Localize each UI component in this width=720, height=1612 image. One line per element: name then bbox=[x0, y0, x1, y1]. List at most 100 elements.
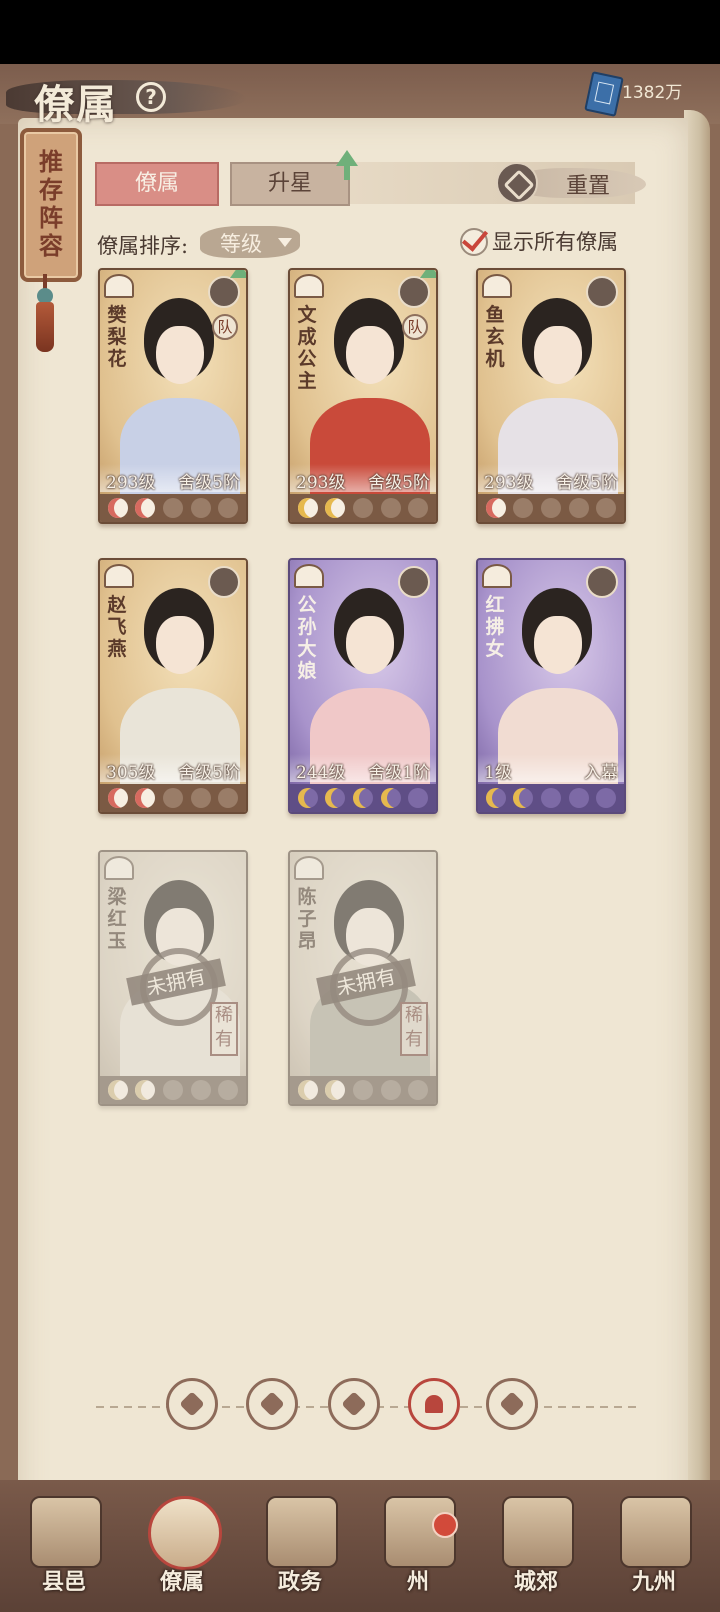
plaque-tassel bbox=[36, 302, 54, 352]
retainer-stats: 305级 舍级5阶 bbox=[100, 754, 246, 783]
retainer-name: 公孙大娘 bbox=[297, 594, 317, 682]
nav-item[interactable]: 县邑 bbox=[8, 1490, 120, 1608]
moon-star-icon bbox=[190, 788, 211, 808]
class-icon bbox=[208, 566, 240, 598]
moon-star-icon bbox=[107, 498, 128, 518]
status-bar bbox=[0, 0, 720, 64]
fan-icon bbox=[294, 274, 324, 298]
moon-star-icon bbox=[218, 498, 239, 518]
currency-display[interactable]: 1382万 bbox=[584, 71, 700, 117]
moon-star-icon bbox=[408, 1080, 429, 1100]
fan-icon bbox=[482, 564, 512, 588]
nav-item[interactable]: 政务 bbox=[244, 1490, 356, 1608]
moon-star-icon bbox=[325, 498, 346, 518]
star-slots bbox=[478, 784, 624, 812]
moon-star-icon bbox=[325, 788, 346, 808]
moon-star-icon bbox=[297, 498, 318, 518]
moon-star-icon bbox=[190, 498, 211, 518]
retainer-card[interactable]: 鱼玄机 293级 舍级5阶 bbox=[476, 268, 626, 524]
retainer-card[interactable]: 赵飞燕 305级 舍级5阶 bbox=[98, 558, 248, 814]
fan-icon bbox=[482, 274, 512, 298]
retainer-rank: 舍级5阶 bbox=[178, 473, 240, 493]
show-all-toggle[interactable]: 显示所有僚属 bbox=[460, 222, 640, 258]
diamond-icon[interactable] bbox=[166, 1378, 218, 1430]
scholar-icon[interactable] bbox=[246, 1378, 298, 1430]
retainer-card[interactable]: 陈子昂 未拥有 稀有 bbox=[288, 850, 438, 1106]
retainer-card[interactable]: 队 文成公主 293级 舍级5阶 bbox=[288, 268, 438, 524]
retainer-level: 1级 bbox=[484, 763, 512, 783]
retainer-level: 293级 bbox=[106, 473, 156, 493]
lion-icon[interactable] bbox=[486, 1378, 538, 1430]
class-icon bbox=[586, 566, 618, 598]
nav-item[interactable]: 僚属 bbox=[126, 1490, 238, 1608]
retainer-stats: 244级 舍级1阶 bbox=[290, 754, 436, 783]
retainer-name: 红拂女 bbox=[485, 594, 505, 660]
recommended-lineup-button[interactable]: 推存阵容 bbox=[20, 128, 82, 282]
moon-star-icon bbox=[380, 498, 401, 518]
check-icon bbox=[461, 224, 489, 252]
notification-dot bbox=[432, 1512, 458, 1538]
town-icon bbox=[30, 1496, 102, 1568]
retainer-name: 文成公主 bbox=[297, 304, 317, 392]
moon-star-icon bbox=[568, 498, 589, 518]
retainer-card[interactable]: 公孙大娘 244级 舍级1阶 bbox=[288, 558, 438, 814]
sort-dropdown[interactable]: 等级 bbox=[200, 226, 300, 258]
moon-star-icon bbox=[485, 788, 506, 808]
portrait-face bbox=[534, 326, 582, 384]
team-badge: 队 bbox=[212, 314, 238, 340]
chevron-down-icon bbox=[278, 238, 292, 247]
retainer-rank: 舍级5阶 bbox=[368, 473, 430, 493]
portrait-face bbox=[156, 326, 204, 384]
team-badge: 队 bbox=[402, 314, 428, 340]
portrait-face bbox=[156, 616, 204, 674]
fan-icon bbox=[294, 564, 324, 588]
page-header: 僚属 ? bbox=[6, 70, 246, 128]
retainer-name: 梁红玉 bbox=[107, 886, 127, 952]
map-icon bbox=[620, 1496, 692, 1568]
moon-star-icon bbox=[190, 1080, 211, 1100]
nav-item[interactable]: 州 bbox=[362, 1490, 474, 1608]
retainer-level: 244级 bbox=[296, 763, 346, 783]
question-icon[interactable]: ? bbox=[136, 82, 166, 112]
retainer-card[interactable]: 队 樊梨花 293级 舍级5阶 bbox=[98, 268, 248, 524]
upgrade-arrow-icon bbox=[230, 270, 246, 278]
moon-star-icon bbox=[135, 788, 156, 808]
moon-star-icon bbox=[352, 788, 373, 808]
rarity-tag: 稀有 bbox=[400, 1002, 428, 1056]
nav-label: 九州 bbox=[631, 1569, 676, 1595]
class-icon bbox=[208, 276, 240, 308]
star-slots bbox=[100, 784, 246, 812]
star-slots bbox=[290, 784, 436, 812]
beast-icon[interactable] bbox=[328, 1378, 380, 1430]
retainer-card[interactable]: 梁红玉 未拥有 稀有 bbox=[98, 850, 248, 1106]
retainer-stats: 293级 舍级5阶 bbox=[100, 464, 246, 493]
upgrade-arrow-icon bbox=[420, 270, 436, 278]
bottom-nav: 县邑 僚属 政务 州 城郊 九州 bbox=[0, 1480, 720, 1612]
fan-icon[interactable] bbox=[408, 1378, 460, 1430]
show-all-checkbox[interactable] bbox=[460, 224, 489, 256]
moon-star-icon bbox=[380, 788, 401, 808]
moon-star-icon bbox=[513, 498, 534, 518]
nav-item[interactable]: 九州 bbox=[598, 1490, 710, 1608]
star-slots bbox=[100, 1076, 246, 1104]
moon-star-icon bbox=[135, 1080, 156, 1100]
retainer-stats: 293级 舍级5阶 bbox=[290, 464, 436, 493]
retainer-name: 陈子昂 bbox=[297, 886, 317, 952]
class-icon bbox=[398, 276, 430, 308]
retainer-level: 305级 bbox=[106, 763, 156, 783]
retainer-name: 鱼玄机 bbox=[485, 304, 505, 370]
nav-item[interactable]: 城郊 bbox=[480, 1490, 592, 1608]
upgrade-arrow-stem bbox=[344, 164, 350, 180]
moon-star-icon bbox=[297, 1080, 318, 1100]
tab-star-up[interactable]: 升星 bbox=[230, 162, 350, 206]
moon-star-icon bbox=[107, 1080, 128, 1100]
tab-retainers[interactable]: 僚属 bbox=[95, 162, 219, 206]
retainer-level: 293级 bbox=[484, 473, 534, 493]
reset-button[interactable]: 重置 bbox=[496, 160, 646, 204]
moon-star-icon bbox=[568, 788, 589, 808]
category-filters bbox=[96, 1376, 636, 1436]
retainer-name: 樊梨花 bbox=[107, 304, 127, 370]
moon-star-icon bbox=[540, 498, 561, 518]
portrait-face bbox=[534, 616, 582, 674]
retainer-card[interactable]: 红拂女 1级 入幕 bbox=[476, 558, 626, 814]
